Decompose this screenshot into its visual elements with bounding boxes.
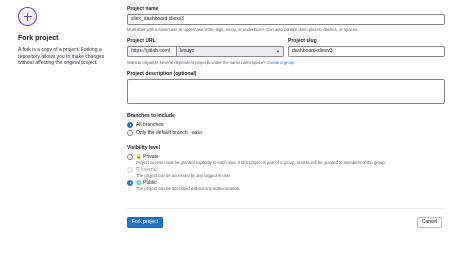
branch-option-label: Only the default branch xyxy=(136,129,188,136)
form-divider xyxy=(127,208,445,209)
fork-project-page: Fork project A fork is a copy of a proje… xyxy=(0,0,474,253)
description-textarea[interactable] xyxy=(127,79,445,104)
description-label: Project description (optional) xyxy=(127,71,197,77)
radio-all-branches[interactable] xyxy=(127,121,133,128)
project-name-help: Must start with a lowercase or uppercase… xyxy=(127,27,359,32)
chevron-down-icon: ▼ xyxy=(276,49,280,54)
visibility-option-private[interactable]: 🔒 Private xyxy=(127,153,445,160)
internal-help: The project can be accessed by any logge… xyxy=(136,173,232,178)
create-group-link[interactable]: Create a group xyxy=(267,60,295,65)
project-slug-group: Project slug dashboard-sliexv3 xyxy=(288,38,445,57)
branch-option-label: All branches xyxy=(136,121,164,128)
visibility-option-label: Private xyxy=(143,153,159,160)
fork-description: A fork is a copy of a project. Forking a… xyxy=(18,47,105,66)
visibility-option-internal: ⛉ Internal xyxy=(127,166,445,173)
branch-option-default[interactable]: Only the default branch main xyxy=(127,129,445,136)
namespace-select[interactable]: lexuyo ▼ xyxy=(176,46,284,57)
namespace-help-text: Want to organize several dependent proje… xyxy=(127,60,266,65)
visibility-label-text: Visibility level xyxy=(127,145,160,151)
visibility-option-label: Public xyxy=(143,179,157,186)
project-slug-label: Project slug xyxy=(288,38,317,44)
earth-icon: 🌐 xyxy=(136,179,142,185)
page-title: Fork project xyxy=(18,35,59,42)
visibility-label: Visibility level xyxy=(127,145,445,151)
branches-label: Branches to include xyxy=(127,113,175,119)
project-name-label: Project name xyxy=(127,6,159,12)
project-name-input[interactable]: sliex_dashboard sliexv3 xyxy=(127,14,445,25)
shield-icon: ⛉ xyxy=(136,167,140,172)
url-slug-row: Project URL https://gitlab.com/ lexuyo ▼… xyxy=(127,38,445,57)
visibility-option-public[interactable]: 🌐 Public xyxy=(127,179,445,186)
cancel-button[interactable]: Cancel xyxy=(417,217,442,228)
project-url-group: Project URL https://gitlab.com/ lexuyo ▼ xyxy=(127,38,284,57)
namespace-value: lexuyo xyxy=(180,48,195,54)
fork-info-panel: Fork project A fork is a copy of a proje… xyxy=(18,7,118,67)
lock-icon: 🔒 xyxy=(136,153,142,159)
fork-form: Project name sliex_dashboard sliexv3 Mus… xyxy=(127,6,445,191)
radio-private[interactable] xyxy=(127,153,133,160)
branch-option-all[interactable]: All branches xyxy=(127,121,445,128)
radio-public[interactable] xyxy=(127,179,133,186)
radio-default-branch[interactable] xyxy=(127,129,133,136)
fork-project-button[interactable]: Fork project xyxy=(127,217,163,228)
project-slug-input[interactable]: dashboard-sliexv3 xyxy=(288,46,445,57)
branch-tag: main xyxy=(190,130,204,135)
public-help: The project can be accessed without any … xyxy=(136,186,241,191)
fork-plus-icon xyxy=(18,7,37,26)
project-url-field: https://gitlab.com/ lexuyo ▼ xyxy=(127,46,284,57)
visibility-option-label: Internal xyxy=(140,166,158,173)
private-help: Project access must be granted explicitl… xyxy=(136,160,386,165)
namespace-help: Want to organize several dependent proje… xyxy=(127,60,445,65)
url-prefix: https://gitlab.com/ xyxy=(127,46,176,57)
radio-internal xyxy=(127,166,133,173)
project-url-label: Project URL xyxy=(127,38,156,44)
